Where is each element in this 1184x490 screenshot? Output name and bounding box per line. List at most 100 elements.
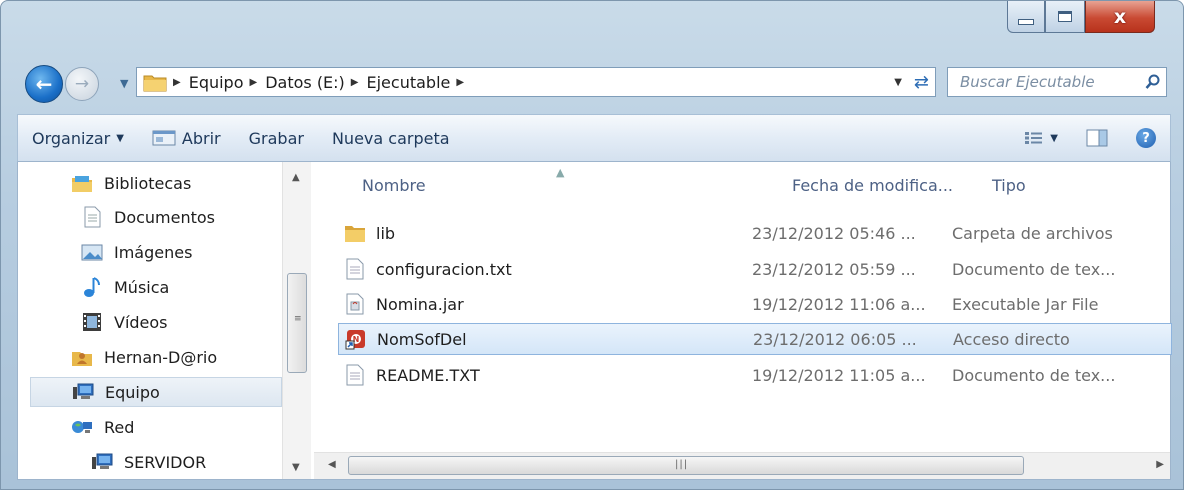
computer-icon — [90, 451, 114, 473]
sidebar-item-imagenes[interactable]: Imágenes — [80, 237, 192, 267]
file-row-lib[interactable]: lib 23/12/2012 05:46 ... Carpeta de arch… — [338, 217, 1172, 249]
breadcrumb-label[interactable]: Ejecutable — [367, 73, 451, 92]
sidebar-item-label: Red — [104, 417, 135, 437]
breadcrumb-root-separator[interactable]: ▶ — [167, 77, 189, 88]
command-bar: Organizar ▼ Abrir Grabar Nueva carpeta ▼ … — [17, 114, 1171, 162]
file-name: configuracion.txt — [376, 259, 512, 279]
file-row-configuracion[interactable]: configuracion.txt 23/12/2012 05:59 ... D… — [338, 253, 1172, 285]
sidebar-item-label: Bibliotecas — [104, 173, 192, 193]
back-button[interactable]: ← — [25, 65, 63, 103]
view-options-icon — [1025, 132, 1043, 144]
breadcrumb-label[interactable]: Equipo — [189, 73, 244, 92]
close-button[interactable]: x — [1085, 1, 1155, 33]
breadcrumb-item[interactable]: Datos (E:) ▶ — [265, 73, 366, 92]
file-date: 19/12/2012 11:06 a... — [752, 294, 926, 314]
column-header-name[interactable]: Nombre — [362, 168, 426, 202]
new-folder-label: Nueva carpeta — [331, 128, 450, 148]
burn-button[interactable]: Grabar — [235, 115, 318, 161]
forward-button[interactable]: → — [65, 67, 99, 101]
help-button[interactable]: ? — [1122, 115, 1170, 161]
file-date: 23/12/2012 06:05 ... — [753, 329, 917, 349]
address-history-dropdown-icon[interactable]: ▼ — [894, 77, 902, 88]
file-row-nomina-jar[interactable]: Nomina.jar 19/12/2012 11:06 a... Executa… — [338, 288, 1172, 320]
organize-button[interactable]: Organizar ▼ — [18, 115, 138, 161]
file-date: 23/12/2012 05:46 ... — [752, 223, 916, 243]
recent-pages-dropdown[interactable]: ▼ — [120, 77, 128, 90]
file-name: lib — [376, 223, 396, 243]
close-icon: x — [1113, 5, 1127, 28]
scroll-up-icon[interactable]: ▲ — [292, 172, 300, 183]
sort-ascending-icon: ▲ — [556, 166, 565, 179]
file-row-nomsofdel[interactable]: N NomSofDel 23/12/2012 06:05 ... Acceso … — [338, 323, 1172, 355]
breadcrumb-chevron-icon[interactable]: ▶ — [250, 77, 258, 88]
sidebar-item-hernan-drio[interactable]: Hernan-D@rio — [70, 342, 217, 372]
sidebar-item-red[interactable]: Red — [70, 412, 134, 442]
sidebar-item-servidor[interactable]: SERVIDOR — [90, 447, 206, 477]
file-name: Nomina.jar — [376, 294, 464, 314]
documents-icon — [80, 206, 104, 228]
text-file-icon — [344, 257, 366, 281]
column-header-label: Fecha de modifica... — [792, 175, 953, 195]
maximize-button[interactable] — [1045, 1, 1085, 33]
sidebar-item-videos[interactable]: Vídeos — [80, 307, 168, 337]
navigation-pane-scrollbar[interactable]: ▲ ≡ ▼ — [282, 162, 311, 479]
refresh-icon[interactable]: ⇄ — [914, 72, 929, 93]
breadcrumb-item[interactable]: Ejecutable ▶ — [367, 73, 473, 92]
scroll-down-icon[interactable]: ▼ — [292, 462, 300, 473]
open-button[interactable]: Abrir — [138, 115, 235, 161]
change-view-button[interactable]: ▼ — [1010, 115, 1072, 161]
file-type: Carpeta de archivos — [952, 223, 1113, 243]
open-label: Abrir — [181, 128, 221, 148]
sidebar-item-label: Hernan-D@rio — [104, 347, 218, 367]
videos-icon — [80, 311, 104, 333]
scrollbar-thumb[interactable]: ≡ — [287, 273, 307, 373]
scrollbar-thumb[interactable]: ||| — [348, 456, 1024, 475]
file-name: README.TXT — [376, 365, 480, 385]
chevron-down-icon: ▼ — [1050, 132, 1058, 144]
search-input[interactable]: Buscar Ejecutable — [948, 73, 1140, 91]
scroll-left-icon[interactable]: ◀ — [328, 459, 336, 470]
open-app-icon — [152, 130, 176, 146]
back-arrow-icon: ← — [35, 72, 53, 96]
music-icon — [80, 276, 104, 298]
search-icon[interactable] — [1140, 74, 1166, 90]
file-row-readme[interactable]: README.TXT 19/12/2012 11:05 a... Documen… — [338, 359, 1172, 391]
maximize-icon — [1058, 11, 1072, 22]
minimize-button[interactable] — [1007, 1, 1045, 33]
search-box[interactable]: Buscar Ejecutable — [947, 67, 1167, 97]
file-type: Documento de tex... — [952, 365, 1116, 385]
libraries-icon — [70, 172, 94, 194]
burn-label: Grabar — [248, 128, 304, 148]
column-header-label: Tipo — [992, 175, 1026, 195]
grip-icon: ≡ — [294, 314, 302, 324]
breadcrumb-label[interactable]: Datos (E:) — [265, 73, 345, 92]
forward-arrow-icon: → — [74, 74, 90, 94]
file-type: Acceso directo — [953, 329, 1070, 349]
sidebar-item-label: Imágenes — [114, 242, 193, 262]
sidebar-item-label: SERVIDOR — [124, 452, 207, 472]
file-list-horizontal-scrollbar[interactable]: ◀ ||| ▶ — [314, 452, 1170, 479]
breadcrumb-chevron-icon[interactable]: ▶ — [351, 77, 359, 88]
user-folder-icon — [70, 346, 94, 368]
folder-icon — [344, 221, 366, 245]
sidebar-item-bibliotecas[interactable]: Bibliotecas — [70, 168, 191, 198]
sidebar-item-equipo[interactable]: Equipo — [30, 377, 282, 407]
column-header-type[interactable]: Tipo — [992, 168, 1026, 202]
scroll-right-icon[interactable]: ▶ — [1156, 459, 1164, 470]
address-bar-controls: ▼ ⇄ — [894, 68, 929, 96]
title-bar[interactable]: x — [1, 1, 1183, 55]
grip-icon: ||| — [675, 459, 689, 470]
sidebar-item-documentos[interactable]: Documentos — [80, 202, 215, 232]
breadcrumb-chevron-icon[interactable]: ▶ — [456, 77, 464, 88]
column-header-date[interactable]: Fecha de modifica... — [792, 168, 953, 202]
navigation-row: ← → ▼ ▶ Equipo ▶ Datos (E:) ▶ Ejecutable ▶ … — [1, 59, 1183, 103]
sidebar-item-musica[interactable]: Música — [80, 272, 169, 302]
preview-pane-button[interactable] — [1072, 115, 1122, 161]
new-folder-button[interactable]: Nueva carpeta — [318, 115, 464, 161]
file-list: Nombre ▲ Fecha de modifica... Tipo lib 2… — [314, 162, 1172, 479]
address-bar[interactable]: ▶ Equipo ▶ Datos (E:) ▶ Ejecutable ▶ ▼ ⇄ — [136, 67, 936, 97]
text-file-icon — [344, 363, 366, 387]
sidebar-item-label: Equipo — [105, 382, 160, 402]
explorer-window: x ← → ▼ ▶ Equipo ▶ Datos (E:) ▶ Ejecutable… — [0, 0, 1184, 490]
breadcrumb-item[interactable]: Equipo ▶ — [189, 73, 266, 92]
